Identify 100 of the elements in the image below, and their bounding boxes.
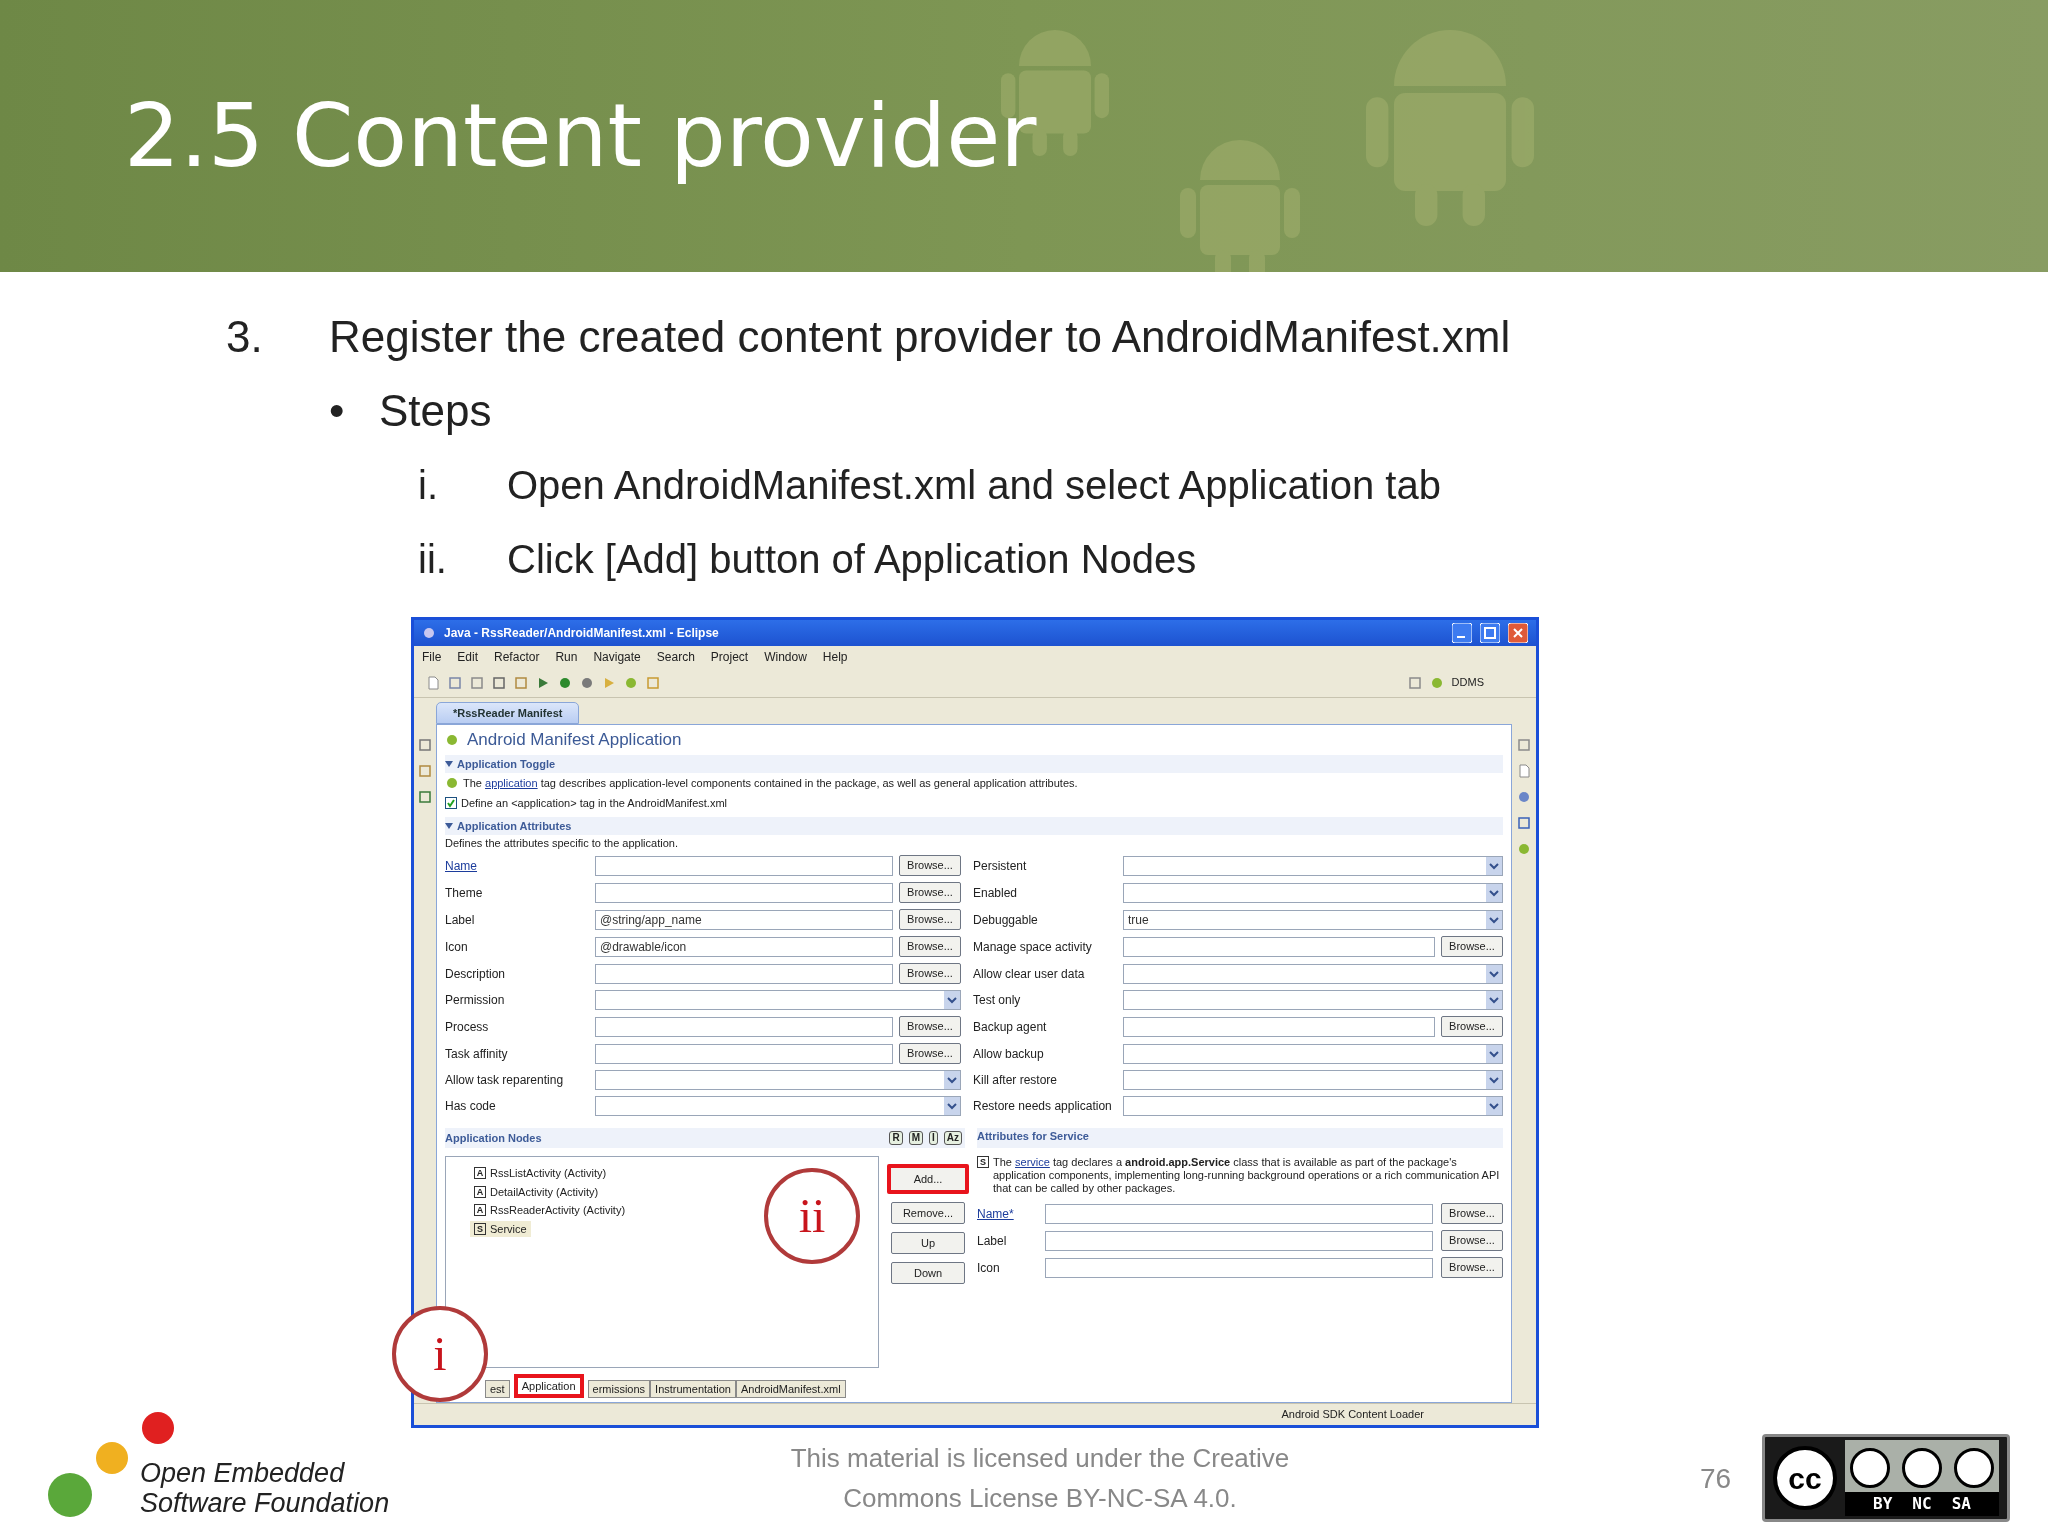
field-label: Label xyxy=(445,911,476,929)
form-title: Android Manifest Application xyxy=(467,729,682,752)
dropdown-field[interactable] xyxy=(595,1070,961,1090)
field-label: Restore needs application xyxy=(973,1098,1113,1115)
license-term: SA xyxy=(1951,1493,1971,1515)
dropdown-field[interactable] xyxy=(595,1096,961,1116)
menu-item[interactable]: Navigate xyxy=(593,648,641,666)
text-field[interactable] xyxy=(595,1016,893,1037)
define-checkbox[interactable] xyxy=(445,797,457,809)
section-description: The application tag describes application-level components contained in the package, as well as general application attributes. xyxy=(463,775,1078,791)
text-field[interactable] xyxy=(595,882,893,903)
text-field[interactable] xyxy=(595,855,893,876)
field-label: Label xyxy=(977,1232,1008,1250)
text-field[interactable] xyxy=(595,963,893,984)
filter-toggle[interactable]: I xyxy=(929,1131,938,1145)
logo-text: Software Foundation xyxy=(140,1488,390,1518)
status-text: Android SDK Content Loader xyxy=(1281,1407,1424,1423)
dropdown-field[interactable] xyxy=(1123,1070,1503,1090)
menu-item[interactable]: Help xyxy=(822,648,848,666)
maximize-button[interactable] xyxy=(1480,623,1500,643)
editor-page-tab[interactable]: AndroidManifest.xml xyxy=(735,1379,846,1398)
dropdown-field[interactable] xyxy=(595,990,961,1010)
collapse-triangle-icon[interactable] xyxy=(445,760,453,768)
text-field[interactable] xyxy=(1045,1203,1433,1224)
node-button[interactable]: Down xyxy=(891,1262,965,1284)
tree-item[interactable]: A DetailActivity (Activity) xyxy=(470,1183,603,1200)
filter-toggle[interactable]: M xyxy=(908,1131,923,1145)
menu-item[interactable]: Window xyxy=(764,648,807,666)
editor-page-tab[interactable]: Application xyxy=(513,1373,584,1398)
text-field[interactable]: @string/app_name xyxy=(595,909,893,930)
menu-item[interactable]: Refactor xyxy=(494,648,540,666)
application-link[interactable]: application xyxy=(485,776,538,789)
field-label[interactable]: Name xyxy=(445,856,595,875)
license-term: NC xyxy=(1912,1493,1932,1515)
filter-toggle[interactable]: R xyxy=(889,1131,903,1145)
text-field[interactable] xyxy=(1045,1257,1433,1278)
dropdown-field[interactable] xyxy=(1123,990,1503,1010)
menu-item[interactable]: Run xyxy=(555,648,578,666)
editor-page-tab[interactable]: Instrumentation xyxy=(650,1379,736,1398)
dropdown-field[interactable] xyxy=(1123,963,1503,984)
field-label[interactable]: Name* xyxy=(977,1204,1037,1223)
chevron-down-icon xyxy=(1486,991,1502,1009)
perspective-label[interactable]: DDMS xyxy=(1451,674,1484,691)
browse-button[interactable]: Browse... xyxy=(899,882,961,903)
chevron-down-icon xyxy=(1486,883,1502,902)
minimize-button[interactable] xyxy=(1452,623,1472,643)
filter-toggle[interactable]: Az xyxy=(943,1131,962,1145)
new-file-icon[interactable] xyxy=(426,675,440,690)
text-field[interactable]: @drawable/icon xyxy=(595,936,893,957)
node-button[interactable]: Add... xyxy=(887,1164,969,1194)
editor-page-tab[interactable]: est xyxy=(485,1379,510,1398)
chevron-down-icon xyxy=(944,991,960,1009)
text-field[interactable] xyxy=(1123,936,1435,957)
section-header[interactable]: Application Attributes xyxy=(457,817,572,835)
node-type-icon: S xyxy=(474,1222,486,1235)
menu-item[interactable]: Search xyxy=(656,648,695,666)
arrow-icon[interactable] xyxy=(602,675,616,690)
browse-button[interactable]: Browse... xyxy=(1441,1230,1503,1251)
browse-button[interactable]: Browse... xyxy=(899,1016,961,1037)
editor-page-tab[interactable]: ermissions xyxy=(587,1379,651,1398)
doc-icon[interactable] xyxy=(1517,764,1531,778)
dropdown-field[interactable] xyxy=(1123,882,1503,903)
text-field[interactable] xyxy=(1045,1230,1433,1251)
node-button[interactable]: Up xyxy=(891,1232,965,1254)
dropdown-field[interactable]: true xyxy=(1123,909,1503,930)
license-term: BY xyxy=(1873,1493,1893,1515)
tree-item[interactable]: S Service xyxy=(470,1220,531,1237)
section-header[interactable]: Application Toggle xyxy=(457,755,556,773)
chevron-down-icon xyxy=(944,1097,960,1115)
tree-item[interactable]: A RssListActivity (Activity) xyxy=(470,1165,611,1182)
browse-button[interactable]: Browse... xyxy=(899,963,961,984)
dropdown-field[interactable] xyxy=(1123,1096,1503,1116)
section-header: Attributes for Service xyxy=(977,1128,1503,1148)
close-button[interactable] xyxy=(1508,623,1528,643)
field-label: Allow backup xyxy=(973,1045,1045,1063)
browse-button[interactable]: Browse... xyxy=(1441,1016,1503,1037)
collapse-triangle-icon[interactable] xyxy=(445,822,453,830)
text-field[interactable] xyxy=(1123,1016,1435,1037)
node-button[interactable]: Remove... xyxy=(891,1202,965,1224)
browse-button[interactable]: Browse... xyxy=(1441,1203,1503,1224)
tree-item[interactable]: A RssReaderActivity (Activity) xyxy=(470,1202,630,1219)
field-label: Allow clear user data xyxy=(973,965,1086,983)
menu-item[interactable]: Project xyxy=(710,648,749,666)
editor-tab[interactable]: *RssReader Manifest xyxy=(436,702,580,724)
browse-button[interactable]: Browse... xyxy=(899,1043,961,1064)
dropdown-field[interactable] xyxy=(1123,855,1503,876)
bullet-text: Steps xyxy=(379,385,492,437)
service-link[interactable]: service xyxy=(1015,1156,1050,1168)
menu-item[interactable]: File xyxy=(422,648,442,666)
browse-button[interactable]: Browse... xyxy=(899,855,961,876)
service-description: The service tag declares a android.app.Service class that is available as part of the package's application components, implementing long-running background operations or a rich communication API that can be called by other packages. xyxy=(993,1156,1501,1195)
browse-button[interactable]: Browse... xyxy=(1441,1257,1503,1278)
text-field[interactable] xyxy=(595,1043,893,1064)
dropdown-field[interactable] xyxy=(1123,1043,1503,1064)
browse-button[interactable]: Browse... xyxy=(899,909,961,930)
section-description: Defines the attributes specific to the application. xyxy=(445,836,679,851)
field-label: Has code xyxy=(445,1098,497,1115)
browse-button[interactable]: Browse... xyxy=(1441,936,1503,957)
browse-button[interactable]: Browse... xyxy=(899,936,961,957)
menu-item[interactable]: Edit xyxy=(457,648,479,666)
